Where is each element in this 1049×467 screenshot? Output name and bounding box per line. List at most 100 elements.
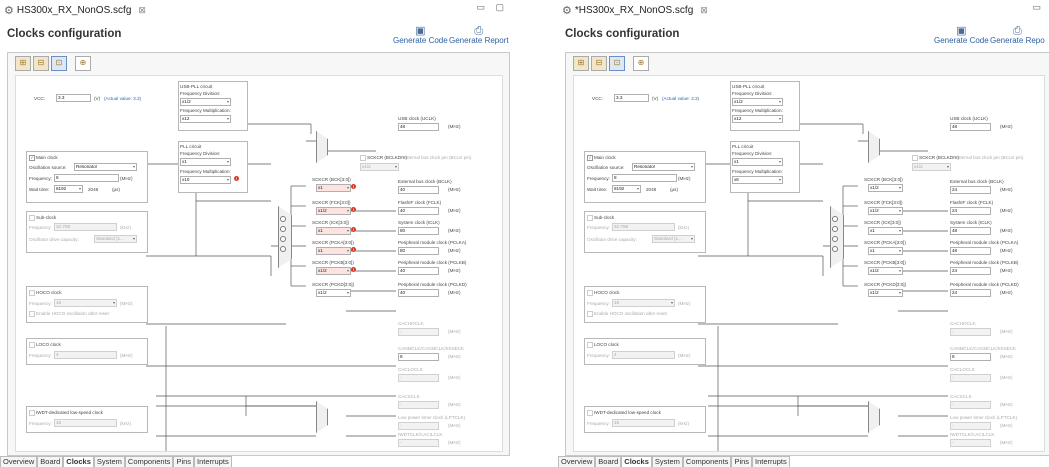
tab-components[interactable]: Components bbox=[682, 456, 732, 467]
tab-clocks[interactable]: Clocks bbox=[621, 456, 652, 467]
main-frequency-input[interactable]: 8 bbox=[612, 174, 677, 182]
sub-frequency-label: Frequency: bbox=[29, 225, 52, 230]
generate-code-button[interactable]: ▣ Generate Code bbox=[934, 26, 989, 46]
tab-system[interactable]: System bbox=[93, 456, 125, 467]
divider-select-4[interactable]: x1/2 bbox=[316, 267, 351, 275]
loco-clock-checkbox[interactable] bbox=[29, 342, 35, 348]
divider-label-0: SCKCR (BCK[3:0]) bbox=[312, 177, 351, 182]
hoco-frequency-select[interactable]: 16 bbox=[54, 299, 117, 307]
selector-option-2[interactable] bbox=[280, 226, 286, 232]
window-controls[interactable]: ▭ bbox=[1032, 2, 1045, 13]
generate-report-button[interactable]: ⎙ Generate Repo bbox=[990, 25, 1045, 46]
toolbar-button-3[interactable]: ⊡ bbox=[51, 56, 67, 71]
toolbar-button-1[interactable]: ⊞ bbox=[573, 56, 589, 71]
selector-option-2[interactable] bbox=[832, 226, 838, 232]
divider-select-3[interactable]: x1 bbox=[316, 247, 351, 255]
vcc-input[interactable]: 3.3 bbox=[56, 94, 91, 102]
close-tab-icon[interactable]: ⊠ bbox=[700, 5, 708, 16]
sub-frequency-input[interactable]: 32.768 bbox=[612, 223, 675, 231]
wait-time-label: Wait time: bbox=[29, 187, 50, 192]
hoco-enable-checkbox[interactable] bbox=[587, 311, 593, 317]
oscillation-source-select[interactable]: Resonator bbox=[74, 163, 137, 171]
tab-pins[interactable]: Pins bbox=[731, 456, 753, 467]
usb-pll-multiplication-select[interactable]: x12 bbox=[180, 115, 231, 123]
sub-clock-checkbox[interactable] bbox=[29, 215, 35, 221]
tab-overview[interactable]: Overview bbox=[0, 456, 38, 467]
drive-capacity-select[interactable]: Standard (1... bbox=[94, 235, 137, 243]
toolbar-button-2[interactable]: ⊟ bbox=[33, 56, 49, 71]
editor-tab[interactable]: ⚙ *HS300x_RX_NonOS.scfg ⊠ bbox=[562, 2, 708, 18]
main-frequency-input[interactable]: 8 bbox=[54, 174, 119, 182]
bottom-tabs: Overview Board Clocks System Components Pins I… bbox=[558, 456, 790, 467]
wait-time-select[interactable]: 8192 bbox=[54, 185, 83, 193]
iwdt-clock-checkbox[interactable] bbox=[29, 410, 35, 416]
tab-overview[interactable]: Overview bbox=[558, 456, 596, 467]
divider-select-0[interactable]: x1/2 bbox=[868, 184, 903, 192]
tab-interrupts[interactable]: Interrupts bbox=[194, 456, 232, 467]
divider-select-5[interactable]: x1/2 bbox=[316, 289, 351, 297]
selector-option-3[interactable] bbox=[832, 236, 838, 242]
usb-pll-division-select[interactable]: x1/2 bbox=[180, 98, 231, 106]
vcc-input[interactable]: 3.3 bbox=[614, 94, 649, 102]
output-clock-unit-2: (MHz) bbox=[1000, 208, 1013, 213]
pll-division-select[interactable]: x1 bbox=[732, 158, 783, 166]
divider-select-5[interactable]: x1/2 bbox=[868, 289, 903, 297]
pll-multiplication-select[interactable]: x10 bbox=[180, 176, 231, 184]
wait-time-select[interactable]: 8192 bbox=[612, 185, 641, 193]
selector-option-4[interactable] bbox=[832, 246, 838, 252]
generate-code-button[interactable]: ▣ Generate Code bbox=[393, 26, 448, 46]
sub-clock-label: Sub-clock bbox=[36, 215, 57, 220]
drive-capacity-select[interactable]: Standard (1... bbox=[652, 235, 695, 243]
toolbar-button-4[interactable]: ⊕ bbox=[75, 56, 91, 71]
tab-clocks[interactable]: Clocks bbox=[63, 456, 94, 467]
tab-interrupts[interactable]: Interrupts bbox=[752, 456, 790, 467]
toolbar-button-3[interactable]: ⊡ bbox=[609, 56, 625, 71]
tab-board[interactable]: Board bbox=[37, 456, 64, 467]
selector-option-1[interactable] bbox=[832, 216, 838, 222]
hoco-enable-checkbox[interactable] bbox=[29, 311, 35, 317]
divider-select-1[interactable]: x1/2 bbox=[868, 207, 903, 215]
usb-pll-division-select[interactable]: x1/2 bbox=[732, 98, 783, 106]
pll-multiplication-select[interactable]: x6 bbox=[732, 176, 783, 184]
selector-option-1[interactable] bbox=[280, 216, 286, 222]
tab-pins[interactable]: Pins bbox=[173, 456, 195, 467]
selector-option-4[interactable] bbox=[280, 246, 286, 252]
oscillation-source-select[interactable]: Resonator bbox=[632, 163, 695, 171]
main-clock-checkbox[interactable]: ✓ bbox=[29, 155, 35, 161]
loco-clock-checkbox[interactable] bbox=[587, 342, 593, 348]
tab-board[interactable]: Board bbox=[595, 456, 622, 467]
usb-pll-multiplication-select[interactable]: x12 bbox=[732, 115, 783, 123]
divider-error-icon-2: ! bbox=[351, 227, 356, 232]
divider-select-0[interactable]: x1 bbox=[316, 184, 351, 192]
bclk-divider-select[interactable]: x1/2 bbox=[912, 163, 951, 171]
sub-clock-checkbox[interactable] bbox=[587, 215, 593, 221]
divider-select-3[interactable]: x1 bbox=[868, 247, 903, 255]
hoco-clock-checkbox[interactable] bbox=[587, 290, 593, 296]
sub-frequency-input[interactable]: 32.768 bbox=[54, 223, 117, 231]
toolbar-button-1[interactable]: ⊞ bbox=[15, 56, 31, 71]
divider-select-2[interactable]: x1 bbox=[868, 227, 903, 235]
hoco-clock-checkbox[interactable] bbox=[29, 290, 35, 296]
divider-select-2[interactable]: x1 bbox=[316, 227, 351, 235]
bclk-divider-select[interactable]: x1/2 bbox=[360, 163, 399, 171]
generate-report-button[interactable]: ⎙ Generate Report bbox=[449, 26, 509, 46]
divider-select-1[interactable]: x1/2 bbox=[316, 207, 351, 215]
divider-select-4[interactable]: x1/2 bbox=[868, 267, 903, 275]
toolbar-button-2[interactable]: ⊟ bbox=[591, 56, 607, 71]
hoco-frequency-select[interactable]: 16 bbox=[612, 299, 675, 307]
selector-option-3[interactable] bbox=[280, 236, 286, 242]
tab-components[interactable]: Components bbox=[124, 456, 174, 467]
toolbar-button-4[interactable]: ⊕ bbox=[633, 56, 649, 71]
generate-report-icon: ⎙ bbox=[1012, 25, 1022, 37]
wait-unit: (μs) bbox=[112, 187, 121, 192]
bclk-checkbox[interactable] bbox=[360, 155, 366, 161]
close-tab-icon[interactable]: ⊠ bbox=[138, 5, 146, 16]
editor-tab[interactable]: ⚙ HS300x_RX_NonOS.scfg ⊠ bbox=[4, 2, 146, 18]
window-controls[interactable]: ▭ ▢ bbox=[476, 2, 508, 13]
pll-division-select[interactable]: x1 bbox=[180, 158, 231, 166]
output-clock-label-1: External bus clock (BCLK) bbox=[398, 179, 452, 184]
main-clock-checkbox[interactable]: ✓ bbox=[587, 155, 593, 161]
bclk-checkbox[interactable] bbox=[912, 155, 918, 161]
iwdt-clock-checkbox[interactable] bbox=[587, 410, 593, 416]
tab-system[interactable]: System bbox=[651, 456, 683, 467]
